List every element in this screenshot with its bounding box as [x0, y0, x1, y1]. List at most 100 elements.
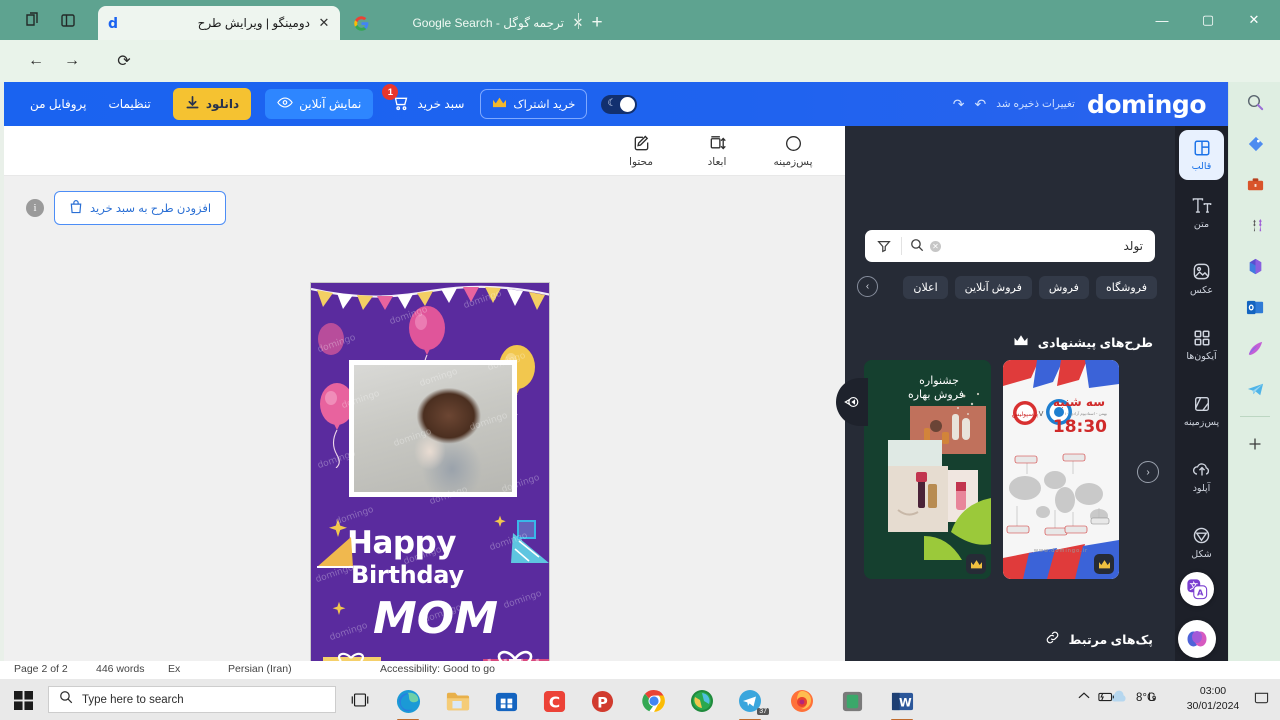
rail-item-template[interactable]: قالب	[1179, 130, 1224, 180]
forward-icon[interactable]: →	[60, 49, 84, 73]
rail-item-background[interactable]: پس‌زمینه	[1175, 378, 1228, 444]
edge-sidebar-rail	[1228, 82, 1280, 704]
chip-sale[interactable]: فروش	[1038, 275, 1089, 299]
template-card-cosmetics[interactable]: جشنواره فروش بهاره	[864, 360, 991, 579]
settings-menu-item[interactable]: تنظیمات	[108, 97, 150, 111]
outlook-icon[interactable]	[1229, 287, 1280, 328]
tool-content[interactable]: محتوا	[615, 133, 667, 168]
search-icon[interactable]	[1229, 82, 1280, 123]
tab-actions-icon[interactable]	[58, 10, 78, 30]
template-card-football[interactable]: پرسپولیس V سه شنبه ۱۰ بهمن - استادیوم آز…	[1003, 360, 1119, 579]
taskbar-app-word[interactable]: W	[882, 685, 922, 720]
add-icon[interactable]	[1229, 423, 1280, 464]
taskbar-app-chrome[interactable]	[634, 685, 674, 717]
shopping-tag-icon[interactable]	[1229, 123, 1280, 164]
svg-text:A: A	[1197, 587, 1204, 597]
telegram-icon[interactable]	[1229, 369, 1280, 410]
profile-menu-item[interactable]: پروفایل من	[30, 97, 86, 111]
battery-icon[interactable]	[1098, 691, 1116, 706]
premium-crown-icon	[966, 554, 986, 574]
taskbar-clock[interactable]: 03:00 30/01/2024	[1177, 684, 1249, 714]
filter-icon[interactable]	[877, 237, 902, 255]
selection-handle[interactable]	[517, 520, 536, 539]
taskbar-app-camtasia[interactable]: C	[534, 685, 574, 717]
rail-item-image[interactable]: عکس	[1175, 246, 1228, 312]
theme-toggle[interactable]: ☾	[601, 94, 638, 114]
new-tab-button[interactable]: +	[586, 13, 608, 35]
chips-prev-button[interactable]: ‹	[857, 276, 878, 297]
search-icon[interactable]	[910, 238, 924, 255]
windows-start-icon[interactable]	[10, 688, 36, 712]
chip-online-sale[interactable]: فروش آنلاین	[954, 275, 1032, 299]
rail-item-icons[interactable]: آیکون‌ها	[1175, 312, 1228, 378]
designer-icon[interactable]	[1229, 328, 1280, 369]
photo-frame[interactable]	[349, 360, 517, 497]
tool-dimensions[interactable]: ابعاد	[691, 133, 743, 168]
toggle-knob	[620, 96, 636, 112]
window-minimize-button[interactable]: —	[1139, 0, 1185, 40]
taskbar-app-firefox[interactable]	[782, 685, 822, 717]
tool-label: پس‌زمینه	[773, 156, 813, 168]
back-icon[interactable]: ←	[24, 49, 48, 73]
info-icon[interactable]: i	[26, 199, 44, 217]
template-search-row[interactable]: تولد ✕	[865, 230, 1155, 262]
google-g-icon	[352, 14, 370, 32]
domingo-d-icon: d	[106, 14, 124, 32]
taskbar-app-potplayer[interactable]: P	[582, 685, 622, 717]
domingo-logo: domingo	[1086, 89, 1207, 119]
taskbar-app-idm[interactable]	[682, 685, 722, 717]
packs-title: پک‌های مرتبط	[1068, 632, 1153, 647]
work-briefcase-icon[interactable]	[1229, 164, 1280, 205]
chip-ads[interactable]: اعلان	[903, 275, 948, 299]
search-input[interactable]: تولد	[941, 239, 1144, 253]
svg-text:d: d	[108, 16, 118, 31]
taskbar-app-microsoft-store[interactable]	[486, 685, 526, 717]
taskbar-app-telegram[interactable]: 37	[730, 685, 770, 720]
reload-icon[interactable]: ⟳	[112, 49, 136, 73]
svg-text:V: V	[1039, 410, 1044, 418]
design-text-birthday[interactable]: Birthday	[351, 561, 464, 589]
undo-icon[interactable]: ↶	[975, 96, 987, 113]
add-to-cart-button[interactable]: افزودن طرح به سبد خرید	[54, 191, 227, 225]
design-canvas[interactable]: Happy Birthday MOM domingo domingo domin…	[310, 282, 550, 677]
subscribe-button[interactable]: خرید اشتراک	[480, 89, 588, 119]
workspaces-icon[interactable]	[22, 10, 42, 30]
clear-search-icon[interactable]: ✕	[930, 240, 941, 252]
ai-assistant-floating-button[interactable]	[1178, 620, 1216, 658]
chevron-up-icon[interactable]	[1078, 691, 1090, 703]
canvas-area[interactable]: افزودن طرح به سبد خرید i Happy Birthday …	[4, 176, 845, 677]
svg-text:سه شنبه: سه شنبه	[1053, 395, 1105, 409]
windows-taskbar: Type here to search C P 37 W 8°C فا 03:0…	[0, 679, 1280, 720]
cart-button[interactable]: 1 سبد خرید	[382, 84, 465, 115]
browser-tab-active[interactable]: d دومینگو | ویرایش طرح ✕	[98, 6, 340, 40]
tool-background[interactable]: پس‌زمینه	[767, 133, 819, 168]
taskbar-app-edge[interactable]	[388, 685, 428, 720]
redo-icon[interactable]: ↷	[953, 96, 965, 113]
rail-item-text[interactable]: متن	[1175, 180, 1228, 246]
microsoft365-icon[interactable]	[1229, 246, 1280, 287]
taskbar-search[interactable]: Type here to search	[48, 686, 336, 713]
design-text-happy[interactable]: Happy	[347, 525, 456, 561]
notification-icon[interactable]	[1254, 691, 1269, 708]
cart-label: سبد خرید	[417, 97, 465, 111]
online-preview-button[interactable]: نمایش آنلاین	[265, 89, 374, 119]
download-button[interactable]: دانلود	[172, 88, 252, 120]
rail-item-shape[interactable]: شکل	[1175, 510, 1228, 576]
taskbar-app-notes[interactable]	[832, 685, 872, 717]
taskbar-app-file-explorer[interactable]	[438, 685, 478, 717]
window-maximize-button[interactable]: ▢	[1185, 0, 1231, 40]
templates-next-button[interactable]: ›	[1137, 461, 1159, 483]
chip-shop[interactable]: فروشگاه	[1095, 275, 1157, 299]
rail-label: عکس	[1189, 285, 1214, 296]
word-word-count: 446 words	[96, 663, 145, 675]
close-icon[interactable]: ✕	[316, 15, 332, 31]
suggested-title: طرح‌های پیشنهادی	[1037, 335, 1153, 350]
rail-item-upload[interactable]: آپلود	[1175, 444, 1228, 510]
games-icon[interactable]	[1229, 205, 1280, 246]
language-fa-icon[interactable]: فا	[1148, 691, 1157, 704]
window-close-button[interactable]: ✕	[1231, 0, 1277, 40]
translate-floating-button[interactable]: 文 A	[1180, 572, 1214, 606]
download-label: دانلود	[205, 97, 240, 111]
task-view-icon[interactable]	[348, 689, 372, 711]
browser-tab-google[interactable]: ترجمه گوگل - Google Search ✕	[344, 6, 594, 40]
